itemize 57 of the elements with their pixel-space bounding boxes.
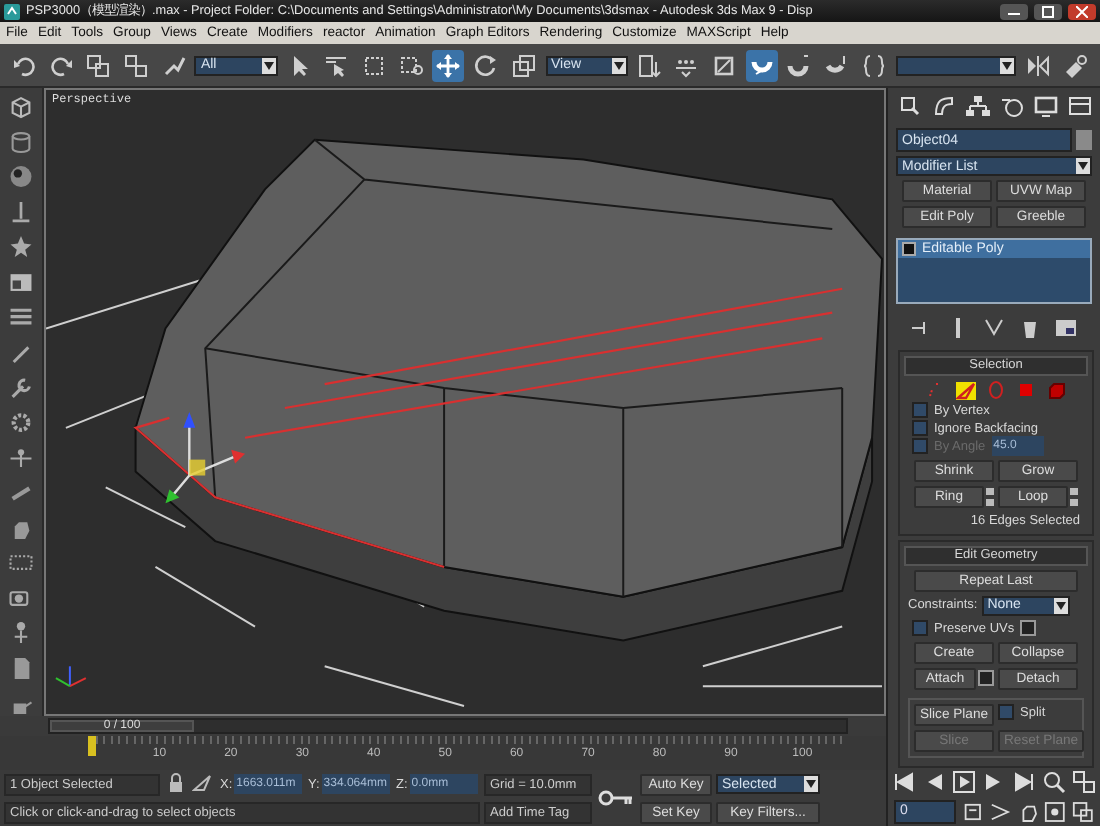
axis-tripod-icon xyxy=(54,665,87,688)
maximize-icon[interactable] xyxy=(1042,5,1054,17)
cylinder-icon[interactable] xyxy=(8,129,34,155)
close-button[interactable] xyxy=(1068,3,1096,19)
dropdown-arrow-icon[interactable] xyxy=(1002,61,1013,69)
wrench-icon[interactable] xyxy=(8,375,34,401)
modify-icon[interactable] xyxy=(931,94,955,118)
panel-icon[interactable] xyxy=(8,269,34,295)
display-icon[interactable] xyxy=(1033,94,1057,118)
minimize-button[interactable] xyxy=(1000,3,1028,19)
dropdown-arrow-icon[interactable] xyxy=(613,61,624,69)
cube-icon[interactable] xyxy=(8,94,34,120)
camera-icon[interactable] xyxy=(8,585,34,611)
settings-icon[interactable] xyxy=(978,670,994,687)
maximize-button[interactable] xyxy=(1034,3,1062,19)
dropdown-arrow-icon[interactable] xyxy=(1055,601,1066,610)
utilities-icon[interactable] xyxy=(1067,94,1091,118)
layers-icon[interactable] xyxy=(8,304,34,330)
spinner-arrows-icon[interactable] xyxy=(986,487,994,506)
app-logo-icon xyxy=(4,3,20,19)
checkbox[interactable] xyxy=(998,704,1015,721)
play-icon[interactable] xyxy=(951,770,976,795)
orbit-icon[interactable] xyxy=(1044,799,1067,824)
object-color-swatch[interactable] xyxy=(1076,130,1092,150)
dropdown-arrow-icon[interactable] xyxy=(1078,162,1088,170)
hierarchy-icon[interactable] xyxy=(965,94,989,118)
time-config-icon[interactable] xyxy=(962,799,984,824)
pin-icon[interactable] xyxy=(8,199,34,225)
figure-icon[interactable] xyxy=(8,445,34,471)
sphere-icon[interactable] xyxy=(8,164,34,190)
go-to-start-icon[interactable] xyxy=(891,770,916,795)
create-icon[interactable] xyxy=(897,94,921,118)
dropdown-arrow-icon[interactable] xyxy=(806,780,816,788)
make-unique-icon[interactable] xyxy=(982,315,1006,340)
zoom-all-icon[interactable] xyxy=(1072,770,1097,795)
edge-mode-button[interactable] xyxy=(956,381,976,400)
transform-mode-icon[interactable] xyxy=(192,772,216,796)
spinner-arrows-icon[interactable] xyxy=(1070,487,1078,506)
dropdown-arrow-icon[interactable] xyxy=(263,61,274,69)
key-icon[interactable] xyxy=(598,788,634,808)
go-to-end-icon[interactable] xyxy=(1012,770,1037,795)
star-icon[interactable] xyxy=(8,234,34,260)
lock-icon[interactable] xyxy=(164,772,188,796)
checkbox[interactable] xyxy=(912,620,928,637)
minimize-icon[interactable] xyxy=(1008,7,1020,15)
checkbox[interactable] xyxy=(912,402,928,419)
checkbox[interactable] xyxy=(912,420,928,437)
motion-icon[interactable] xyxy=(999,94,1023,118)
zoom-icon[interactable] xyxy=(1042,770,1067,795)
gear-icon[interactable] xyxy=(8,410,34,436)
close-icon[interactable] xyxy=(1076,5,1088,17)
selection-set-field[interactable] xyxy=(895,55,1017,75)
settings-icon[interactable] xyxy=(1020,620,1037,637)
field-of-view-icon[interactable] xyxy=(989,799,1012,824)
transform-gizmo-icon xyxy=(165,411,246,504)
maximize-viewport-icon[interactable] xyxy=(1072,799,1094,824)
configure-icon[interactable] xyxy=(1054,315,1078,340)
